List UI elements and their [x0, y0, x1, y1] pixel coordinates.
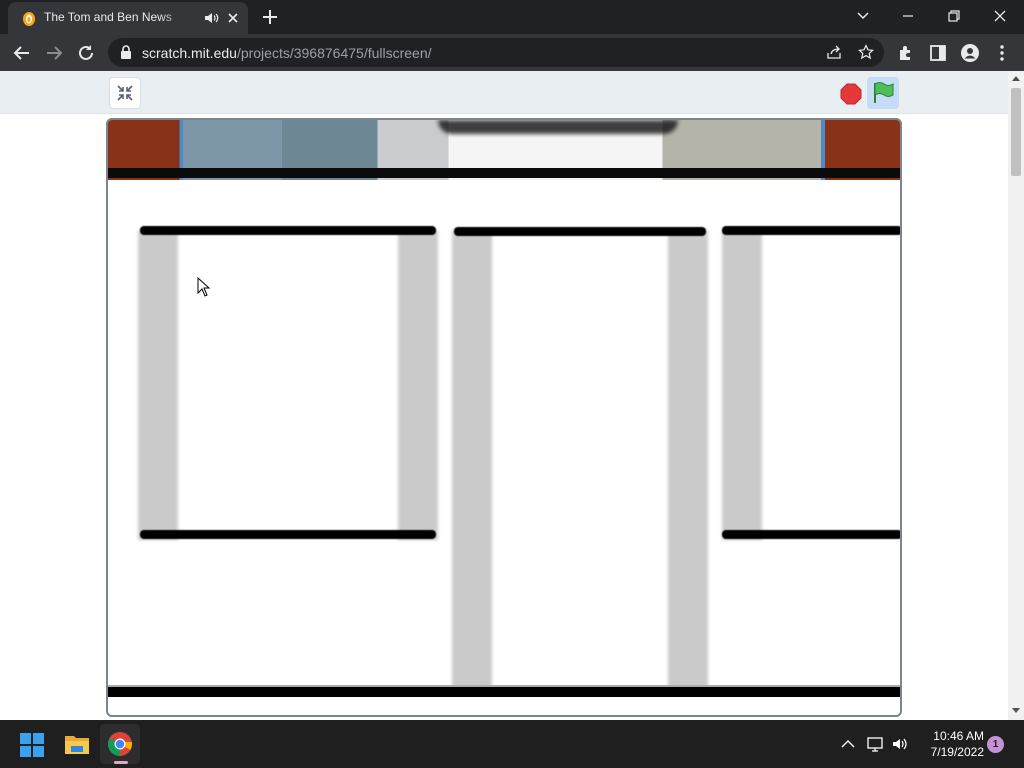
back-arrow-icon[interactable] [12, 43, 32, 63]
browser-window: The Tom and Ben News Show [0, 0, 1024, 768]
stop-sign-icon[interactable] [840, 83, 862, 105]
url-host: scratch.mit.edu [142, 45, 237, 61]
file-explorer-icon[interactable] [63, 730, 91, 758]
project-stage[interactable] [106, 118, 902, 717]
chrome-icon [108, 732, 133, 756]
url-text: scratch.mit.edu/projects/396876475/fulls… [142, 45, 432, 61]
player-controls-bar [0, 71, 1008, 114]
mouse-cursor-icon [197, 277, 211, 297]
network-icon[interactable] [866, 735, 884, 753]
frame-bottom-left [140, 530, 436, 539]
address-bar[interactable]: scratch.mit.edu/projects/396876475/fulls… [108, 38, 884, 67]
clock-date: 7/19/2022 [930, 745, 984, 759]
browser-toolbar: scratch.mit.edu/projects/396876475/fulls… [0, 34, 1024, 71]
speaker-icon[interactable] [204, 11, 220, 25]
frame-top-left [140, 226, 436, 235]
star-icon[interactable] [858, 44, 874, 60]
page-scrollbar[interactable] [1008, 71, 1024, 720]
close-icon[interactable] [990, 6, 1010, 26]
volume-icon[interactable] [891, 735, 909, 753]
extensions-icon[interactable] [896, 43, 916, 63]
url-path: /projects/396876475/fullscreen/ [236, 45, 432, 61]
tab-strip: The Tom and Ben News Show [0, 0, 1024, 34]
scroll-up-icon[interactable] [1012, 75, 1020, 81]
frame-bottom-right [722, 530, 900, 539]
windows-taskbar: 10:46 AM 7/19/2022 1 [0, 720, 1024, 768]
tab-active[interactable]: The Tom and Ben News Show [8, 2, 248, 34]
notification-badge[interactable]: 1 [987, 736, 1004, 753]
reload-icon[interactable] [76, 43, 96, 63]
clock-time: 10:46 AM [933, 729, 984, 743]
green-flag-button[interactable] [867, 77, 899, 109]
scratch-cat-favicon [23, 12, 35, 26]
plus-icon[interactable] [261, 8, 279, 26]
forward-arrow-icon[interactable] [44, 43, 64, 63]
minimize-icon[interactable] [898, 6, 918, 26]
taskbar-clock[interactable]: 10:46 AM 7/19/2022 [916, 728, 984, 760]
green-flag-icon [874, 82, 894, 103]
page-content [0, 71, 1024, 720]
profile-icon[interactable] [960, 43, 980, 63]
exit-fullscreen-button[interactable] [109, 77, 141, 109]
side-panel-icon[interactable] [928, 43, 948, 63]
restore-icon[interactable] [944, 6, 964, 26]
share-icon[interactable] [826, 44, 842, 60]
lock-icon[interactable] [120, 45, 132, 59]
chevron-up-icon[interactable] [839, 735, 857, 753]
stage-bottom-bar [108, 687, 900, 697]
frame-top-middle [454, 227, 706, 236]
kebab-menu-icon[interactable] [992, 43, 1012, 63]
scrollbar-thumb[interactable] [1011, 88, 1021, 176]
frame-top-right [722, 226, 900, 235]
shrink-icon [117, 85, 133, 101]
tab-title: The Tom and Ben News Show [44, 10, 174, 24]
windows-start-icon[interactable] [19, 732, 45, 758]
close-icon[interactable] [226, 11, 240, 25]
scroll-down-icon[interactable] [1012, 708, 1020, 714]
chevron-down-icon[interactable] [856, 8, 870, 22]
